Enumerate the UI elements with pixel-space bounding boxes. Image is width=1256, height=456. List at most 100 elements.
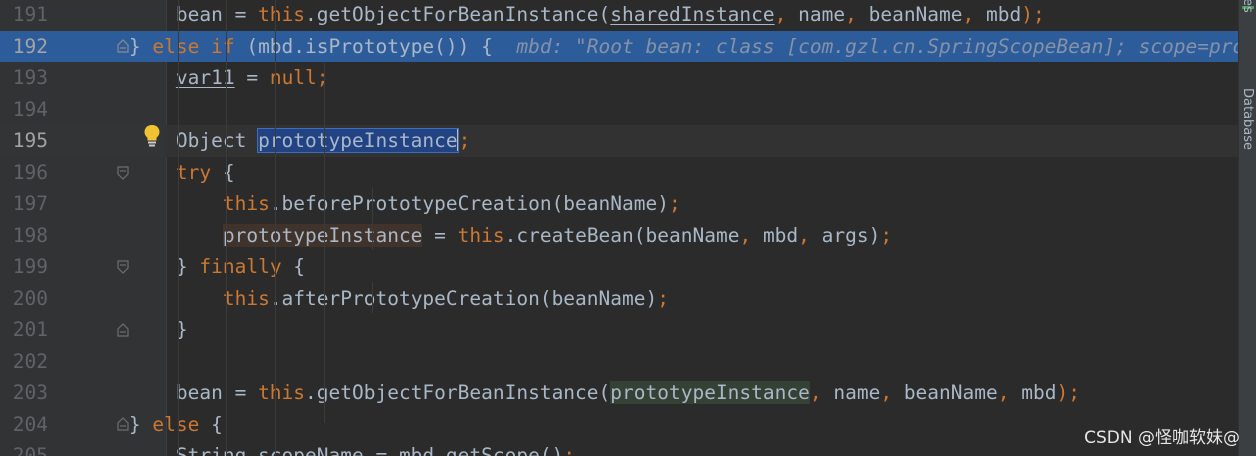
code-token: sharedInstance: [610, 3, 775, 26]
indent-guide: [324, 63, 325, 423]
code-token: ,: [739, 223, 763, 247]
code-token: }: [35, 318, 188, 341]
code-token: ,: [880, 381, 904, 404]
code-line[interactable]: 200 this.afterPrototypeCreation(beanName…: [0, 283, 1238, 315]
code-line[interactable]: 203 bean = this.getObjectForBeanInstance…: [0, 377, 1238, 409]
code-line[interactable]: 199 } finally {: [0, 251, 1238, 283]
line-code: } finally {: [35, 251, 305, 283]
code-token: ,: [774, 3, 799, 26]
inline-debug-value: mbd: "Root bean: class [com.gzl.cn.Sprin…: [516, 34, 1238, 58]
code-token: ;: [563, 444, 576, 456]
line-code: this.afterPrototypeCreation(beanName);: [35, 283, 669, 315]
code-token: name: [798, 3, 846, 26]
code-token: args): [821, 223, 881, 247]
code-line[interactable]: 191 bean = this.getObjectForBeanInstance…: [0, 0, 1238, 31]
code-token: ;: [316, 66, 329, 89]
code-editor[interactable]: 191 bean = this.getObjectForBeanInstance…: [0, 0, 1238, 456]
code-line[interactable]: 205 String scopeName = mbd.getScope();: [0, 440, 1238, 456]
indent-guide: [372, 282, 373, 313]
code-token: prototypeInstance: [222, 223, 423, 247]
code-token: ,: [997, 381, 1022, 404]
code-token: ,: [798, 223, 822, 247]
code-token: name: [833, 381, 881, 404]
code-line[interactable]: 204 } else {: [0, 409, 1238, 441]
fold-marker-icon[interactable]: [117, 260, 129, 274]
line-number[interactable]: 202: [0, 346, 48, 378]
intention-bulb-icon[interactable]: [143, 124, 161, 148]
code-line[interactable]: 195 Object prototypeInstance;: [0, 125, 1238, 157]
code-token: ;: [657, 286, 669, 310]
line-code: this.beforePrototypeCreation(beanName);: [35, 188, 681, 220]
tool-window-tab[interactable]: es: [1240, 0, 1255, 13]
code-token: );: [1056, 381, 1080, 404]
execution-point-line[interactable]: 192 } else if (mbd.isPrototype()) { mbd:…: [0, 30, 1238, 63]
line-code: } else if (mbd.isPrototype()) { mbd: "Ro…: [35, 31, 1238, 63]
fold-marker-icon[interactable]: [117, 166, 129, 180]
code-token: mbd: [1021, 381, 1057, 404]
code-token: .createBean(beanName: [504, 223, 740, 247]
code-token: .getObjectForBeanInstance(: [305, 3, 611, 26]
code-token: {: [293, 255, 306, 278]
code-line[interactable]: 196 try {: [0, 157, 1238, 189]
code-token: ;: [458, 129, 471, 152]
code-token: =: [234, 66, 270, 89]
keyword-token: null: [269, 66, 317, 89]
code-token: prototypeInstance: [610, 381, 810, 404]
watermark: CSDN @怪咖软妹@: [1084, 428, 1240, 448]
selected-identifier: prototypeInstance: [257, 128, 459, 153]
line-code: String scopeName = mbd.getScope();: [35, 440, 575, 456]
code-token: ,: [962, 3, 986, 26]
fold-marker-icon[interactable]: [117, 39, 129, 53]
code-token: beanName: [868, 3, 963, 26]
code-line[interactable]: 193 var11 = null;: [0, 62, 1238, 94]
code-token: );: [1021, 3, 1045, 26]
keyword-token: this: [222, 286, 270, 310]
fold-marker-icon[interactable]: [117, 417, 129, 431]
code-token: String scopeName = mbd.getScope(): [35, 444, 564, 456]
code-token: ,: [845, 3, 869, 26]
line-code: try {: [35, 157, 235, 189]
code-token: .afterPrototypeCreation(beanName): [269, 286, 658, 310]
code-token: =: [422, 223, 458, 247]
code-token: beanName: [903, 381, 998, 404]
code-line[interactable]: 197 this.beforePrototypeCreation(beanNam…: [0, 188, 1238, 220]
keyword-token: try: [175, 160, 223, 184]
right-tool-strip: es Database: [1238, 0, 1256, 456]
code-token: .getObjectForBeanInstance(: [305, 381, 611, 404]
line-number[interactable]: 194: [0, 94, 48, 126]
code-token: {: [211, 412, 223, 436]
code-line[interactable]: 198 prototypeInstance = this.createBean(…: [0, 220, 1238, 252]
code-line[interactable]: 201 }: [0, 314, 1238, 346]
code-token: }: [35, 412, 153, 436]
code-token: (mbd.isPrototype()) {: [246, 34, 517, 58]
line-code: var11 = null;: [35, 62, 329, 94]
keyword-token: this: [258, 381, 306, 404]
line-code: bean = this.getObjectForBeanInstance(sha…: [35, 0, 1045, 31]
code-token: mbd: [762, 223, 799, 247]
code-token: bean =: [35, 381, 259, 404]
database-tab[interactable]: Database: [1240, 88, 1255, 150]
indent-guide: [372, 188, 373, 250]
code-token: {: [222, 160, 235, 184]
indent-guide: [275, 0, 276, 456]
code-token: }: [35, 34, 153, 58]
keyword-token: this: [222, 192, 270, 215]
code-line[interactable]: 202: [0, 346, 1238, 378]
keyword-token: else if: [152, 34, 247, 58]
keyword-token: this: [457, 223, 505, 247]
line-code: Object prototypeInstance;: [35, 125, 470, 157]
code-token: mbd: [986, 3, 1022, 26]
code-token: bean =: [35, 3, 259, 26]
line-code: bean = this.getObjectForBeanInstance(pro…: [35, 377, 1080, 409]
indent-guide: [178, 0, 179, 456]
code-line[interactable]: 194: [0, 94, 1238, 126]
line-code: prototypeInstance = this.createBean(bean…: [35, 220, 892, 252]
code-token: .beforePrototypeCreation(beanName): [269, 192, 669, 215]
fold-marker-icon[interactable]: [117, 323, 129, 337]
indent-guide: [226, 0, 227, 456]
